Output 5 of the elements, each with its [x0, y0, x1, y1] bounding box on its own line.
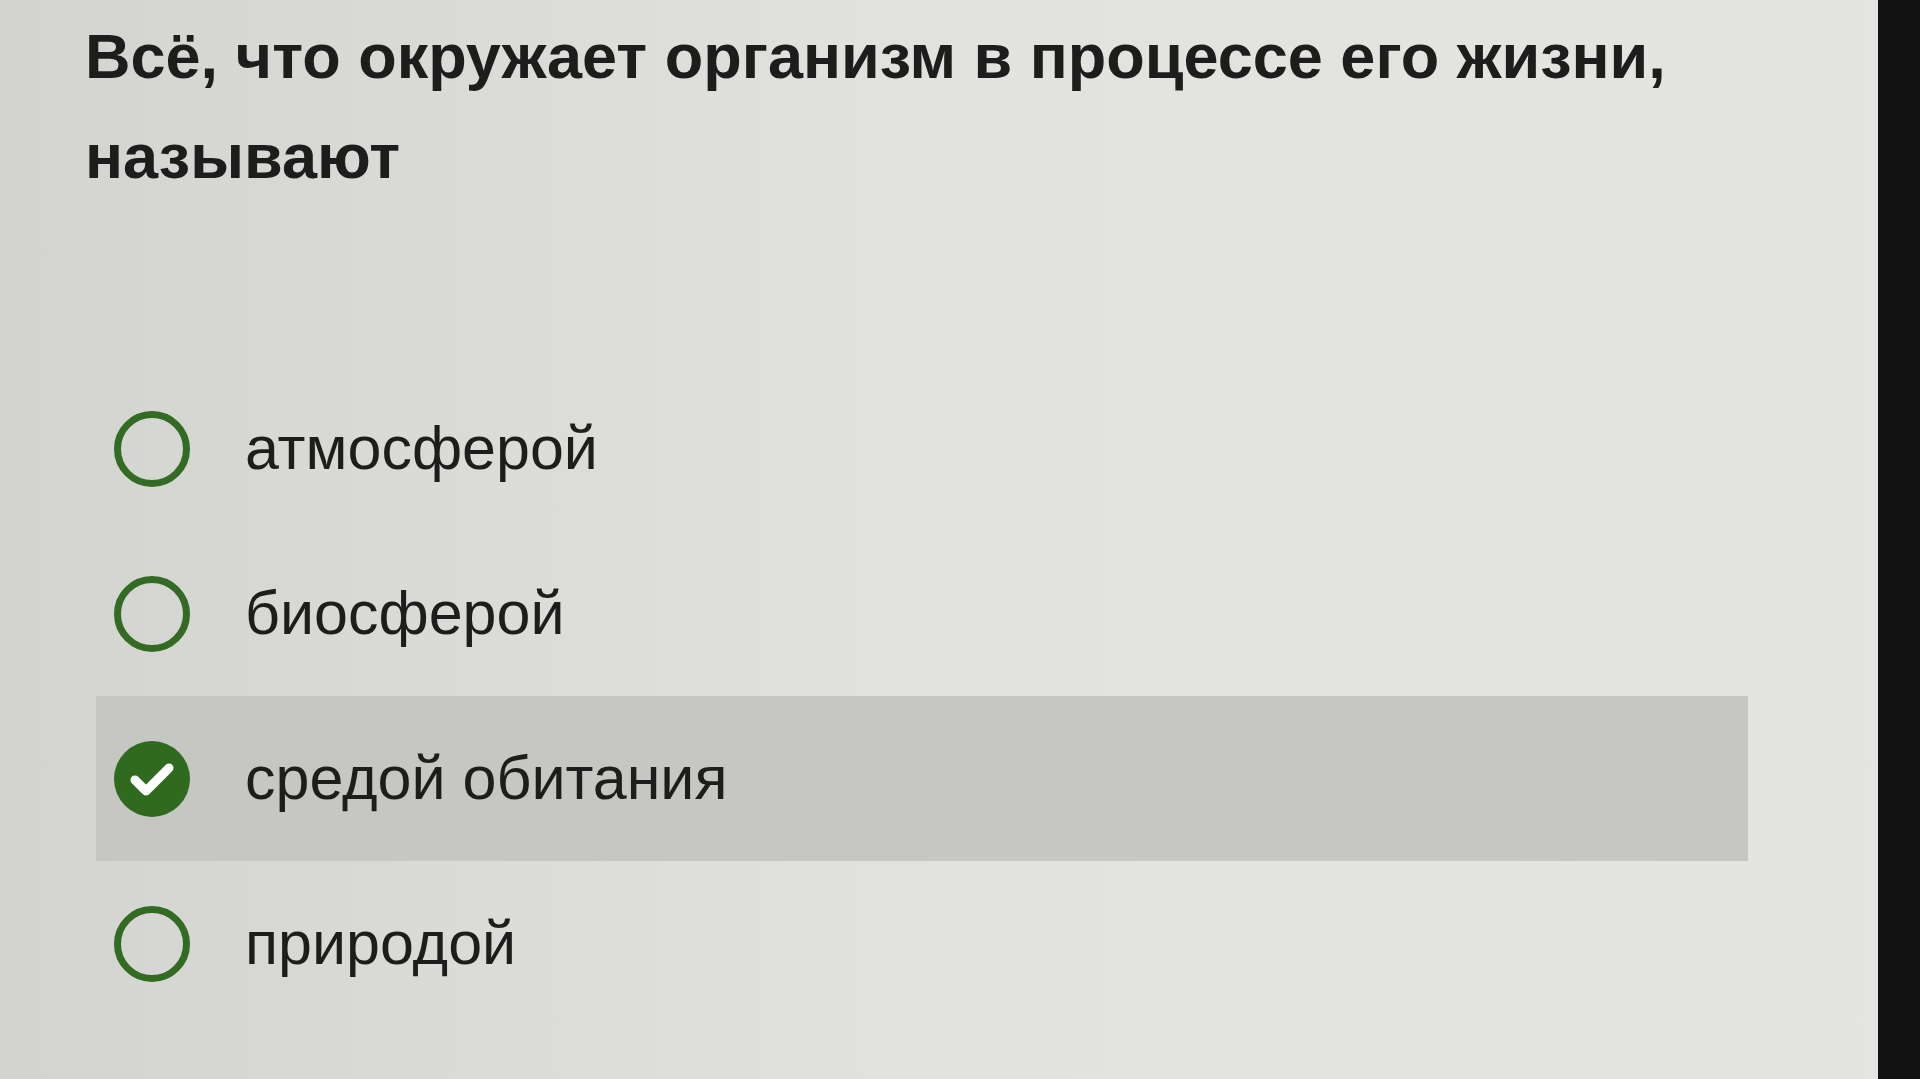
radio-option[interactable]: природой — [96, 861, 1748, 1026]
radio-option[interactable]: средой обитания — [96, 696, 1748, 861]
question-text: Всё, что окружает организм в процессе его жизни, называют — [85, 20, 1667, 193]
radio-option[interactable]: атмосферой — [96, 366, 1748, 531]
radio-option[interactable]: биосферой — [96, 531, 1748, 696]
